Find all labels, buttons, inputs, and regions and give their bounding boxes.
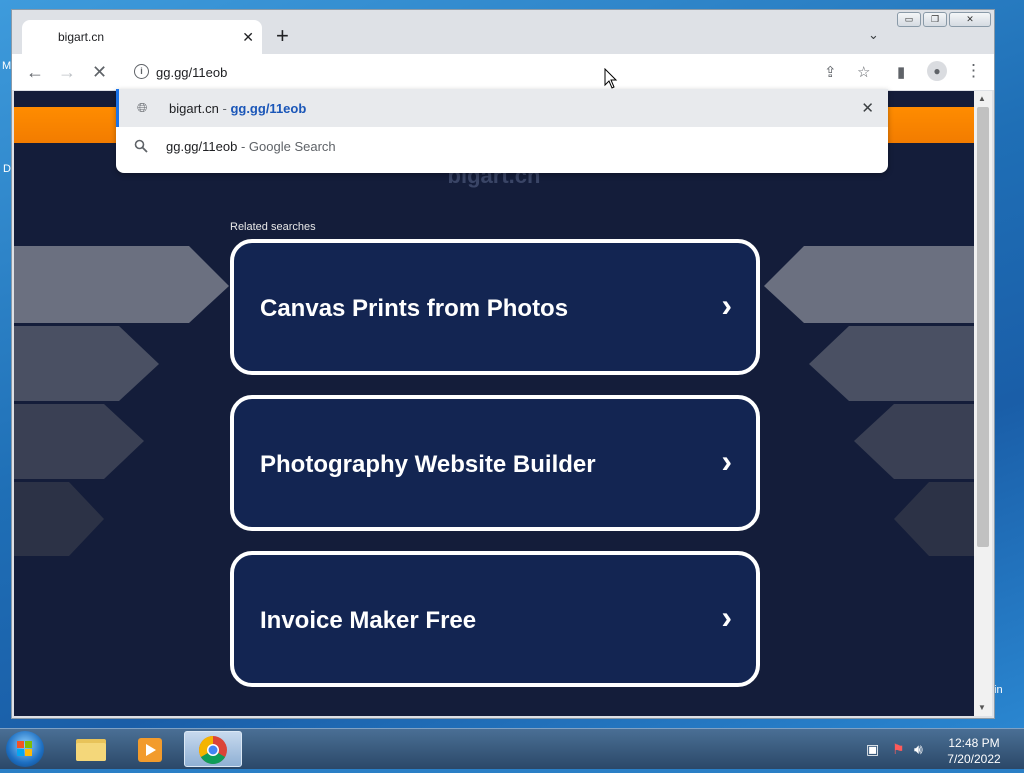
network-icon[interactable]: ▣ xyxy=(866,741,879,758)
volume-icon[interactable]: 🔊︎ xyxy=(914,741,923,758)
remove-suggestion-icon[interactable]: ✕ xyxy=(861,99,874,117)
desktop-icon-label: D xyxy=(3,163,11,175)
taskbar: ▣ ⚑ 🔊︎ 12:48 PM 7/20/2022 xyxy=(0,728,1024,769)
related-search-card[interactable]: Canvas Prints from Photos › xyxy=(230,239,760,375)
chevron-right-icon: › xyxy=(721,443,732,479)
mouse-cursor-icon xyxy=(604,68,618,89)
bookmark-star-icon[interactable]: ☆ xyxy=(857,63,870,81)
menu-icon[interactable]: ⋮ xyxy=(965,61,982,81)
browser-tab[interactable]: bigart.cn ✕ xyxy=(22,20,262,54)
clock-time: 12:48 PM xyxy=(948,736,1000,750)
scroll-up-icon[interactable]: ▲ xyxy=(978,94,986,103)
suggestion-item[interactable]: 🌐︎ bigart.cn - gg.gg/11eob ✕ xyxy=(116,89,888,127)
card-label: Invoice Maker Free xyxy=(260,607,477,634)
desktop-icon-label: M xyxy=(2,60,12,72)
suggestion-item[interactable]: gg.gg/11eob - Google Search xyxy=(116,127,888,165)
back-icon[interactable]: ← xyxy=(26,62,44,83)
suggestion-text: gg.gg/11eob - Google Search xyxy=(166,139,336,154)
tab-search-icon[interactable]: ⌄ xyxy=(868,27,879,43)
desktop-icon-label: in xyxy=(994,684,1003,696)
address-input[interactable]: gg.gg/11eob xyxy=(156,65,227,80)
tab-title: bigart.cn xyxy=(58,30,105,44)
decorative-chevrons-left xyxy=(14,246,229,556)
window-controls: ▭ ❐ ✕ xyxy=(897,12,991,27)
page-scrollbar[interactable]: ▲ ▼ xyxy=(974,91,992,716)
card-label: Photography Website Builder xyxy=(260,451,596,478)
taskbar-file-explorer[interactable] xyxy=(62,731,120,767)
clock-date: 7/20/2022 xyxy=(947,752,1001,766)
scroll-thumb[interactable] xyxy=(977,107,989,547)
related-searches-heading: Related searches xyxy=(230,221,316,233)
chevron-right-icon: › xyxy=(721,599,732,635)
system-clock[interactable]: 12:48 PM 7/20/2022 xyxy=(944,735,1004,767)
restore-button[interactable]: ❐ xyxy=(923,12,947,27)
card-label: Canvas Prints from Photos xyxy=(260,295,569,322)
page-viewport: bigart.cn Related searches Canvas Prints… xyxy=(14,91,974,716)
profile-avatar-icon[interactable]: ● xyxy=(927,61,947,81)
taskbar-media-player[interactable] xyxy=(122,731,180,767)
browser-toolbar: ← → ✕ i gg.gg/11eob ⇪ ☆ ▮ ● ⋮ xyxy=(12,54,994,90)
windows-logo-icon xyxy=(17,741,32,756)
tab-close-icon[interactable]: ✕ xyxy=(242,29,254,46)
action-center-flag-icon[interactable]: ⚑ xyxy=(892,741,905,758)
globe-icon: 🌐︎ xyxy=(137,100,148,115)
stop-icon[interactable]: ✕ xyxy=(92,62,107,83)
chevron-right-icon: › xyxy=(721,287,732,323)
side-panel-icon[interactable]: ▮ xyxy=(897,63,905,81)
site-info-icon[interactable]: i xyxy=(134,64,149,79)
close-button[interactable]: ✕ xyxy=(949,12,991,27)
chrome-icon xyxy=(199,736,227,764)
media-player-icon xyxy=(138,738,162,762)
decorative-chevrons-right xyxy=(764,246,974,556)
omnibox-suggestions: 🌐︎ bigart.cn - gg.gg/11eob ✕ gg.gg/11eob… xyxy=(116,89,888,173)
forward-icon[interactable]: → xyxy=(58,62,76,83)
start-button[interactable] xyxy=(6,731,44,767)
address-bar[interactable]: i gg.gg/11eob ⇪ ☆ xyxy=(116,58,889,86)
new-tab-button[interactable]: + xyxy=(276,25,289,47)
minimize-button[interactable]: ▭ xyxy=(897,12,921,27)
related-search-card[interactable]: Invoice Maker Free › xyxy=(230,551,760,687)
scroll-down-icon[interactable]: ▼ xyxy=(978,703,986,712)
share-icon[interactable]: ⇪ xyxy=(824,63,837,81)
search-icon xyxy=(134,139,148,153)
suggestion-text: bigart.cn - gg.gg/11eob xyxy=(169,101,307,116)
title-bar: bigart.cn ✕ + ⌄ ▭ ❐ ✕ xyxy=(12,10,994,54)
related-search-card[interactable]: Photography Website Builder › xyxy=(230,395,760,531)
file-explorer-icon xyxy=(76,739,106,761)
taskbar-chrome[interactable] xyxy=(184,731,242,767)
